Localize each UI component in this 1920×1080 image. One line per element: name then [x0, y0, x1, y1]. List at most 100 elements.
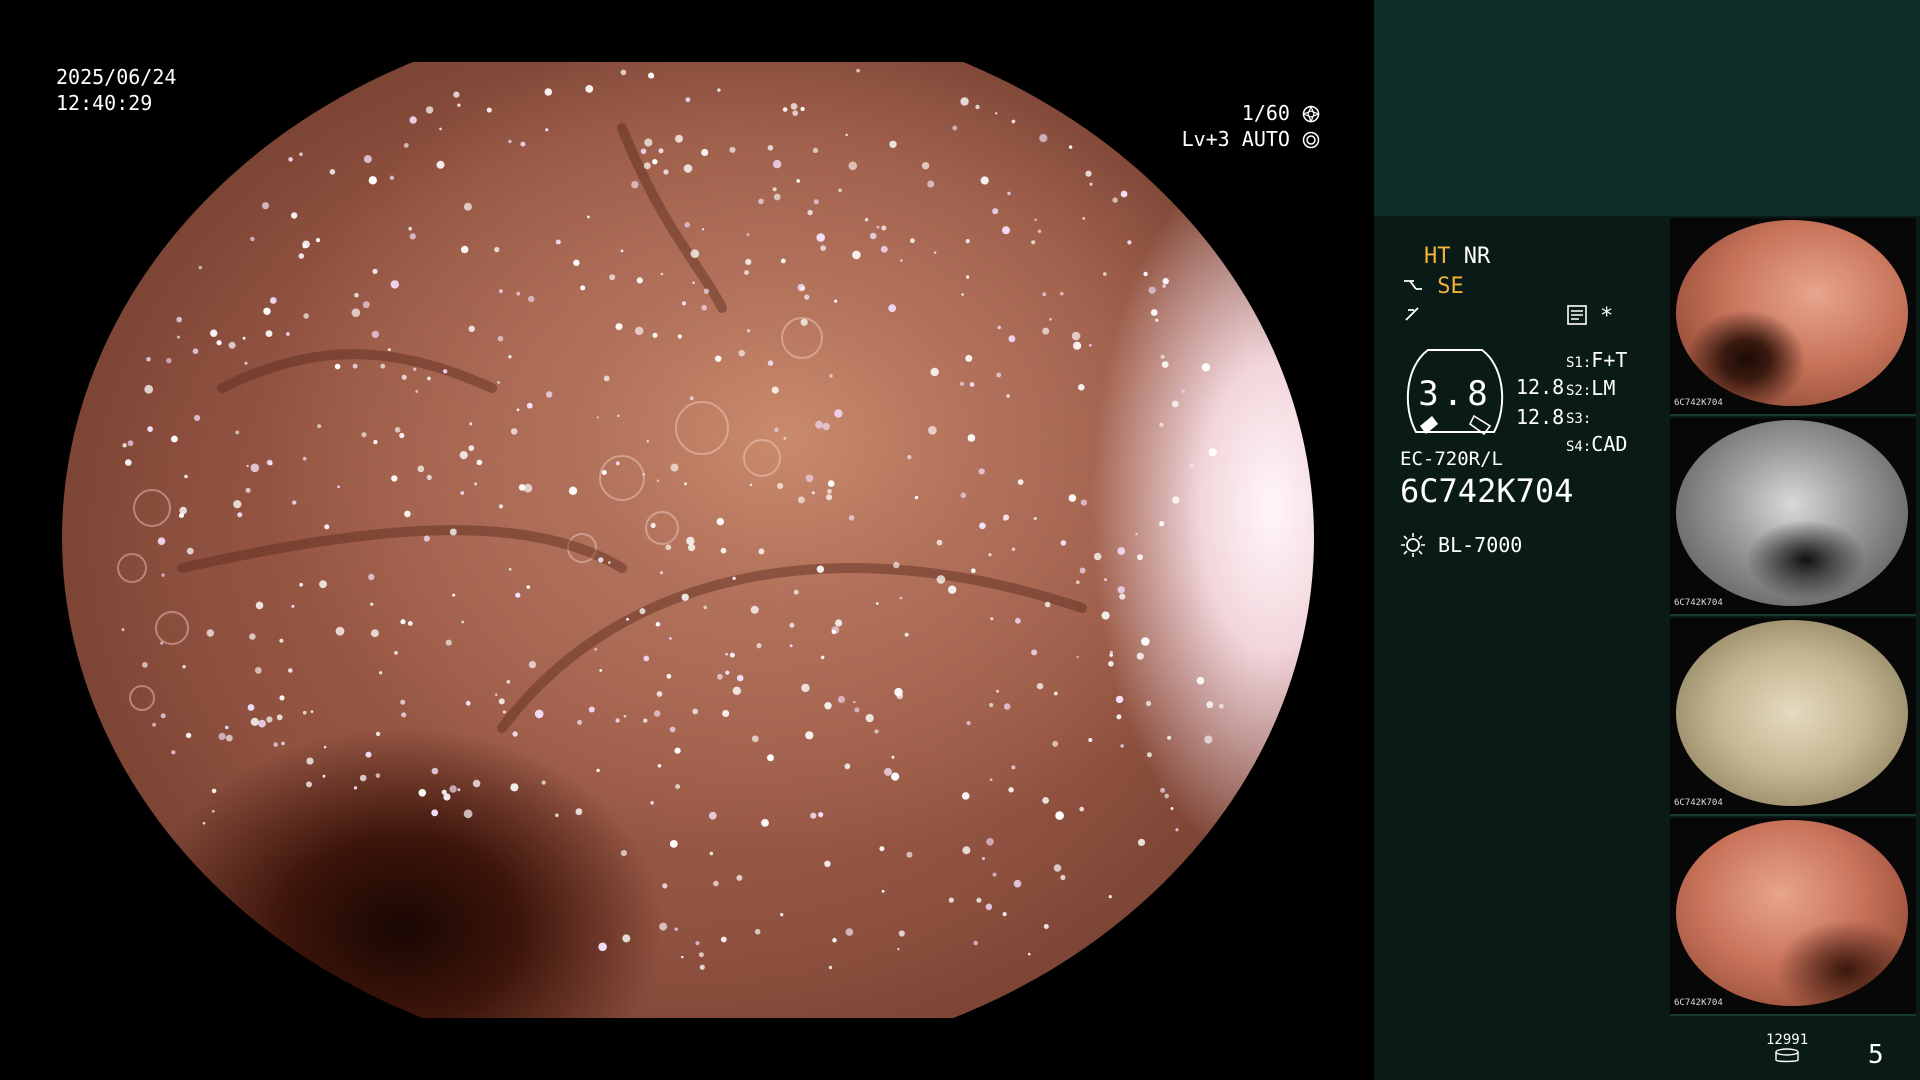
highlight-spot: [417, 465, 425, 473]
highlight-spot: [845, 133, 848, 137]
highlight-spot: [758, 198, 764, 205]
highlight-spot: [261, 202, 270, 210]
highlight-spot: [826, 494, 833, 501]
highlight-spot: [646, 440, 649, 443]
highlight-spot: [495, 693, 498, 696]
highlight-spot: [1135, 532, 1138, 536]
highlight-spot: [291, 604, 295, 608]
highlight-spot: [800, 285, 806, 291]
highlight-spot: [453, 91, 460, 98]
highlight-spot: [805, 474, 814, 483]
highlight-spot: [1011, 765, 1016, 770]
highlight-spot: [1079, 567, 1086, 574]
highlight-spot: [441, 789, 447, 795]
highlight-spot: [720, 936, 727, 943]
highlight-spot: [1060, 874, 1066, 881]
highlight-spot: [810, 812, 817, 819]
highlight-spot: [879, 846, 885, 852]
highlight-spot: [299, 152, 303, 156]
highlight-spot: [1089, 182, 1093, 186]
highlight-spot: [361, 432, 367, 438]
highlight-spot: [476, 459, 483, 466]
highlight-spot: [684, 222, 690, 228]
highlight-spot: [948, 585, 957, 594]
thumbnail-2[interactable]: 6C742K704: [1670, 418, 1916, 616]
highlight-spot: [681, 301, 687, 306]
highlight-spot: [127, 440, 134, 447]
iris-icon: [1302, 129, 1320, 149]
highlight-spot: [745, 258, 752, 265]
highlight-spot: [182, 665, 186, 669]
highlight-spot: [237, 512, 243, 518]
highlight-spot: [198, 265, 202, 270]
highlight-spot: [1137, 838, 1146, 847]
highlight-spot: [122, 443, 127, 448]
highlight-spot: [979, 522, 986, 530]
highlight-spot: [928, 426, 937, 435]
thumbnail-4[interactable]: 6C742K704: [1670, 818, 1916, 1016]
highlight-spot: [242, 336, 246, 340]
highlight-spot: [881, 889, 885, 893]
highlight-spot: [1006, 394, 1010, 398]
highlight-spot: [457, 788, 461, 792]
highlight-spot: [363, 155, 372, 164]
highlight-spot: [1159, 422, 1164, 427]
highlight-spot: [461, 620, 465, 624]
highlight-spot: [401, 374, 407, 380]
switch-assignments: S1:F+T S2:LM S3: S4:CAD: [1566, 348, 1627, 460]
highlight-spot: [658, 148, 664, 154]
highlight-spot: [457, 103, 461, 107]
thumbnail-3[interactable]: 6C742K704: [1670, 618, 1916, 816]
highlight-spot: [936, 539, 943, 546]
thumbnail-label: 6C742K704: [1674, 798, 1723, 808]
highlight-spot: [631, 180, 639, 189]
highlight-spot: [394, 651, 398, 655]
thumbnail-1[interactable]: 6C742K704: [1670, 218, 1916, 416]
highlight-spot: [703, 605, 707, 610]
highlight-spot: [510, 428, 518, 435]
highlight-spot: [828, 965, 833, 970]
highlight-spot: [969, 382, 975, 387]
highlight-spot: [713, 880, 719, 887]
highlight-spot: [250, 717, 259, 727]
highlight-spot: [675, 784, 681, 790]
asterisk-mark: *: [1600, 304, 1614, 329]
highlight-spot: [620, 69, 627, 76]
highlight-spot: [394, 427, 401, 433]
highlight-spot: [975, 104, 980, 110]
highlight-spot: [250, 463, 260, 473]
highlight-spot: [831, 629, 837, 635]
highlight-spot: [425, 106, 434, 114]
highlight-spot: [701, 304, 707, 311]
level-row: Lv+3 AUTO: [1182, 126, 1320, 152]
highlight-spot: [800, 318, 808, 326]
highlight-spot: [1008, 335, 1016, 343]
highlight-spot: [853, 700, 856, 704]
highlight-spot: [286, 332, 290, 336]
highlight-spot: [1011, 119, 1016, 124]
highlight-spot: [818, 812, 824, 818]
highlight-spot: [403, 143, 409, 148]
highlight-spot: [516, 408, 520, 412]
highlight-spot: [1120, 744, 1124, 748]
highlight-spot: [409, 233, 416, 240]
highlight-spot: [811, 491, 815, 495]
highlight-spot: [1088, 738, 1093, 742]
highlight-spot: [302, 456, 307, 461]
highlight-spot: [323, 745, 327, 749]
highlight-spot: [599, 669, 603, 672]
highlight-spot: [545, 128, 549, 132]
highlight-spot: [815, 420, 823, 429]
highlight-spot: [245, 487, 251, 493]
highlight-spot: [720, 547, 727, 554]
highlight-spot: [161, 573, 165, 577]
highlight-spot: [623, 714, 627, 718]
highlight-spot: [656, 479, 660, 482]
highlight-spot: [774, 427, 779, 432]
highlight-spot: [1008, 787, 1014, 793]
highlight-spot: [370, 629, 379, 638]
highlight-spot: [832, 937, 837, 943]
highlight-spot: [622, 934, 631, 943]
highlight-spot: [460, 491, 465, 495]
highlight-spot: [1075, 580, 1080, 585]
